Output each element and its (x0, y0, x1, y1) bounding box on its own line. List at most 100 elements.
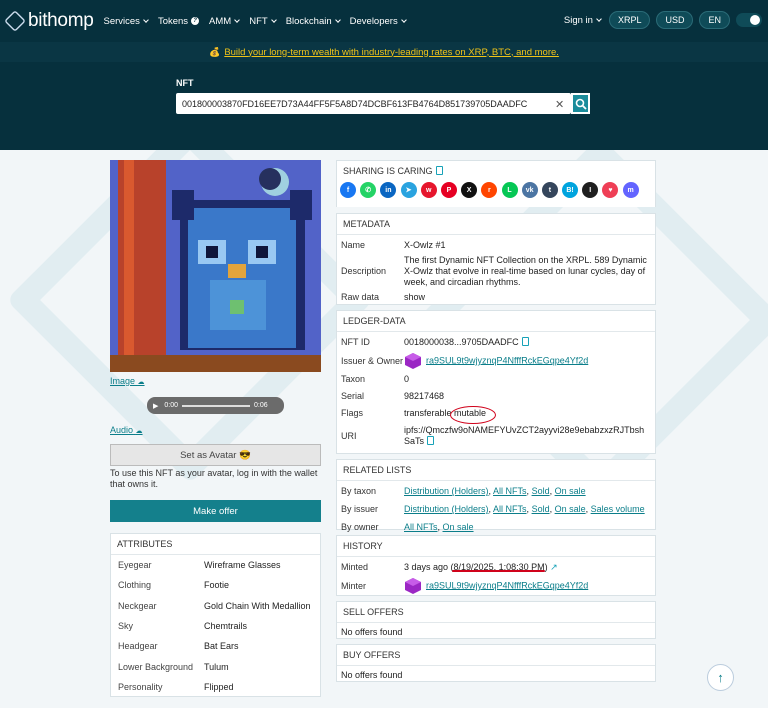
attribute-value: Wireframe Glasses (204, 560, 281, 571)
by-issuer-row: By issuer Distribution (Holders), All NFT… (337, 499, 655, 517)
attribute-value: Footie (204, 580, 230, 591)
on-sale-link[interactable]: On sale (555, 504, 586, 514)
show-raw-data-link[interactable]: show (404, 292, 425, 303)
audio-link[interactable]: Audio ☁ (110, 425, 143, 435)
currency-switch[interactable]: USD (656, 11, 694, 29)
nav-label: Services (103, 15, 140, 27)
minter-address-link[interactable]: ra9SUL9t9wjyznqP4NfffRckEGqpe4Yf2d (426, 580, 588, 590)
uri-row: URI ipfs://Qmczfw9oNAMEFYUvZCT2ayyvi28e9e… (337, 421, 655, 449)
history-panel: HISTORY Minted 3 days ago (8/19/2025, 1:0… (336, 535, 656, 596)
by-owner-key: By owner (341, 522, 379, 532)
attribute-key: Neckgear (118, 600, 157, 611)
chevron-down-icon (400, 17, 407, 23)
history-title: HISTORY (337, 536, 655, 557)
attribute-key: Headgear (118, 641, 158, 652)
nft-id-text: 0018000038...9705DAADFC (404, 337, 519, 347)
audio-player[interactable]: ▶ 0:00 0:06 (147, 397, 284, 414)
all-nfts-link[interactable]: All NFTs (493, 504, 527, 514)
download-icon: ☁ (135, 428, 143, 435)
tumblr-icon[interactable]: t (541, 182, 558, 198)
signin-menu[interactable]: Sign in (564, 15, 602, 26)
attribute-key: Clothing (118, 580, 152, 591)
weibo-icon[interactable]: w (420, 182, 437, 198)
attribute-value: Flipped (204, 681, 234, 692)
external-link-icon[interactable]: ↗ (550, 562, 558, 572)
minted-row: Minted 3 days ago (8/19/2025, 1:08:30 PM)… (337, 557, 655, 575)
on-sale-link[interactable]: On sale (555, 486, 586, 496)
sold-link[interactable]: Sold (532, 504, 550, 514)
on-sale-link[interactable]: On sale (443, 522, 474, 532)
vk-icon[interactable]: vk (521, 182, 538, 198)
related-lists-panel: RELATED LISTS By taxon Distribution (Hold… (336, 459, 656, 532)
sales-volume-link[interactable]: Sales volume (591, 504, 645, 514)
dark-mode-toggle[interactable] (736, 13, 762, 27)
attribute-value: Gold Chain With Medallion (204, 600, 311, 611)
nft-image[interactable] (110, 160, 321, 372)
reddit-icon[interactable]: r (481, 182, 498, 198)
by-taxon-row: By taxon Distribution (Holders), All NFTs… (337, 481, 655, 499)
attributes-panel: ATTRIBUTES Eyegear Wireframe Glasses Clot… (110, 533, 321, 697)
mastodon-icon[interactable]: m (622, 182, 639, 198)
telegram-icon[interactable]: ➤ (400, 182, 417, 198)
image-link[interactable]: Image ☁ (110, 376, 145, 386)
all-nfts-link[interactable]: All NFTs (493, 486, 527, 496)
sell-offers-empty: No offers found (341, 627, 403, 637)
line-icon[interactable]: L (501, 182, 518, 198)
nav-blockchain[interactable]: Blockchain (286, 16, 341, 27)
owner-address-link[interactable]: ra9SUL9t9wjyznqP4NfffRckEGqpe4Yf2d (426, 355, 588, 365)
sell-offers-panel: SELL OFFERS No offers found (336, 601, 656, 639)
buy-offers-empty: No offers found (341, 670, 403, 680)
nav-nft[interactable]: NFT (249, 16, 277, 27)
distribution-link[interactable]: Distribution (Holders) (404, 504, 489, 514)
audio-duration: 0:06 (254, 402, 268, 409)
nav-developers[interactable]: Developers (349, 15, 407, 27)
nft-search-input[interactable] (176, 93, 571, 114)
set-avatar-button[interactable]: Set as Avatar 😎 (110, 444, 321, 466)
clear-icon[interactable]: ✕ (555, 98, 564, 111)
attribute-row: Eyegear Wireframe Glasses (111, 555, 320, 575)
share-icons: f ✆ in ➤ w P Xr Lvk t B! I ♥ m (337, 178, 655, 202)
metadata-name-row: Name X-Owlz #1 (337, 235, 655, 253)
whatsapp-icon[interactable]: ✆ (360, 182, 377, 198)
language-switch[interactable]: EN (699, 11, 730, 29)
copy-icon[interactable] (435, 166, 443, 175)
instapaper-icon[interactable]: I (582, 182, 599, 198)
pinterest-icon[interactable]: P (440, 182, 457, 198)
nav-tokens[interactable]: Tokens? (157, 15, 200, 27)
by-owner-row: By owner All NFTs, On sale (337, 517, 655, 535)
sold-link[interactable]: Sold (532, 486, 550, 496)
search-button[interactable] (571, 93, 590, 114)
copy-icon[interactable] (427, 436, 435, 445)
sharing-title: SHARING IS CARING (337, 161, 655, 178)
nft-id-value: 0018000038...9705DAADFC (404, 337, 529, 348)
brand-logo[interactable]: bithomp (4, 10, 94, 32)
make-offer-button[interactable]: Make offer (110, 500, 321, 522)
audio-current-time: 0:00 (164, 402, 179, 409)
copy-icon[interactable] (521, 337, 529, 346)
x-icon[interactable]: X (461, 182, 478, 198)
by-issuer-links: Distribution (Holders), All NFTs, Sold, … (404, 504, 645, 514)
metadata-raw-key: Raw data (341, 292, 380, 302)
hatena-icon[interactable]: B! (562, 182, 579, 198)
pocket-icon[interactable]: ♥ (602, 182, 619, 198)
scroll-to-top-button[interactable]: ↑ (707, 664, 734, 691)
nav-amm[interactable]: AMM (209, 16, 241, 27)
distribution-link[interactable]: Distribution (Holders) (404, 486, 489, 496)
network-switch[interactable]: XRPL (608, 11, 651, 29)
nav-label: Developers (349, 15, 398, 27)
flags-row: Flags transferable mutable (337, 404, 655, 421)
nav-services[interactable]: Services (103, 15, 149, 27)
promo-link[interactable]: Build your long-term wealth with industr… (224, 47, 559, 58)
main-menu: Services Tokens? AMM NFT Blockchain Deve… (104, 16, 416, 27)
nav-label: Tokens (157, 15, 189, 27)
linkedin-icon[interactable]: in (380, 182, 397, 198)
owner-value: ra9SUL9t9wjyznqP4NfffRckEGqpe4Yf2d (404, 352, 588, 370)
play-icon[interactable]: ▶ (153, 402, 158, 410)
annotation-underline (452, 570, 545, 572)
audio-seek-bar[interactable] (182, 404, 251, 407)
all-nfts-link[interactable]: All NFTs (404, 522, 438, 532)
facebook-icon[interactable]: f (340, 182, 356, 198)
arrow-up-icon: ↑ (717, 670, 724, 685)
attribute-key: Sky (118, 621, 134, 632)
attribute-row: Sky Chemtrails (111, 616, 320, 636)
